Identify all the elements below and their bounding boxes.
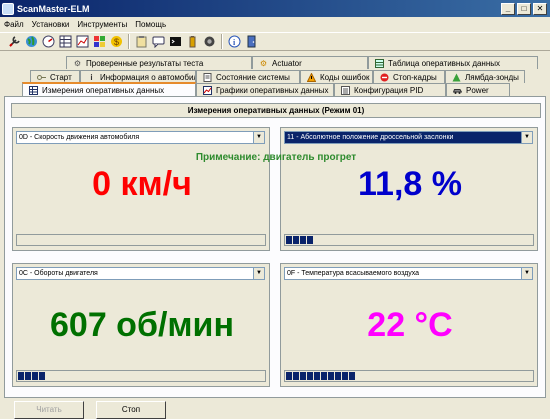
svg-text:$: $: [114, 37, 119, 47]
value-throttle: 11,8 %: [358, 165, 462, 203]
tab-data-table[interactable]: Таблица оперативных данных: [368, 56, 538, 69]
window-title: ScanMaster-ELM: [17, 3, 90, 14]
gauge-panel-rpm: 0C - Обороты двигателя ▼ 607 об/мин: [12, 263, 270, 387]
chevron-down-icon[interactable]: ▼: [253, 268, 264, 279]
progress-segment: [300, 236, 306, 244]
door-icon[interactable]: [243, 34, 259, 50]
tab-pid-config[interactable]: Конфигурация PID: [334, 83, 446, 96]
value-intake-temp: 22 °C: [367, 306, 453, 344]
progress-segment: [328, 372, 334, 380]
progress-bar-rpm: [16, 370, 266, 382]
gauge-panel-intake-temp: 0F - Температура всасываемого воздуха ▼ …: [280, 263, 538, 387]
dollar-icon[interactable]: $: [108, 34, 124, 50]
battery-icon[interactable]: [184, 34, 200, 50]
tab-live-graphs[interactable]: Графики оперативных данных: [196, 83, 334, 96]
tab-power[interactable]: Power: [446, 83, 510, 96]
key-icon: [37, 73, 46, 82]
progress-segment: [32, 372, 38, 380]
section-title: Измерения оперативных данных (Режим 01): [11, 103, 541, 118]
tab-row-1: ⚙ Проверенные результаты теста ⚙ Actuato…: [66, 55, 538, 69]
chevron-down-icon[interactable]: ▼: [521, 268, 532, 279]
gauge-panel-speed: 0D - Скорость движения автомобиля ▼ 0 км…: [12, 127, 270, 251]
tab-actuator[interactable]: ⚙ Actuator: [252, 56, 368, 69]
warning-icon: [307, 72, 316, 82]
progress-segment: [25, 372, 31, 380]
value-rpm: 607 об/мин: [50, 306, 234, 344]
tab-live-data[interactable]: Измерения оперативных данных: [22, 82, 196, 96]
tab-row-2: Старт i Информация о автомобиле Состояни…: [30, 69, 525, 83]
car-icon: [453, 86, 462, 95]
progress-segment: [300, 372, 306, 380]
progress-segment: [314, 372, 320, 380]
gauge-icon[interactable]: [40, 34, 56, 50]
live-data-panel: Измерения оперативных данных (Режим 01) …: [4, 96, 546, 398]
progress-segment: [349, 372, 355, 380]
progress-bar-speed: [16, 234, 266, 246]
pid-select-speed[interactable]: 0D - Скорость движения автомобиля ▼: [16, 131, 265, 144]
progress-segment: [293, 372, 299, 380]
clipboard-icon[interactable]: [133, 34, 149, 50]
toolbar: $ i: [0, 32, 550, 51]
toolbar-separator: [128, 34, 130, 49]
tiles-icon[interactable]: [91, 34, 107, 50]
sensor-icon: [452, 73, 461, 82]
progress-bar-throttle: [284, 234, 534, 246]
menu-help[interactable]: Помощь: [131, 20, 170, 29]
progress-segment: [286, 236, 292, 244]
pid-select-rpm[interactable]: 0C - Обороты двигателя ▼: [16, 267, 265, 280]
chart-icon[interactable]: [74, 34, 90, 50]
table-icon: [375, 58, 384, 68]
progress-segment: [335, 372, 341, 380]
stop-sign-icon: [380, 73, 389, 82]
stop-button[interactable]: Стоп: [96, 401, 166, 419]
chart-icon: [203, 85, 212, 95]
gauge-panel-throttle: 11 - Абсолютное положение дроссельной за…: [280, 127, 538, 251]
tab-test-results[interactable]: ⚙ Проверенные результаты теста: [66, 56, 252, 69]
terminal-icon[interactable]: [167, 34, 183, 50]
value-speed: 0 км/ч: [92, 165, 192, 203]
chevron-down-icon[interactable]: ▼: [253, 132, 264, 143]
progress-segment: [307, 372, 313, 380]
camera-icon[interactable]: [201, 34, 217, 50]
table-icon: [29, 85, 38, 95]
maximize-button[interactable]: □: [517, 2, 531, 15]
progress-segment: [293, 236, 299, 244]
toolbar-separator: [221, 34, 223, 49]
title-bar: ScanMaster-ELM _ □ ✕: [0, 0, 550, 17]
list-icon: [341, 85, 350, 95]
document-icon: [203, 72, 212, 82]
progress-segment: [342, 372, 348, 380]
progress-segment: [321, 372, 327, 380]
info-icon: i: [90, 72, 93, 82]
tab-row-3: Измерения оперативных данных Графики опе…: [22, 82, 510, 96]
minimize-button[interactable]: _: [501, 2, 515, 15]
menu-settings[interactable]: Установки: [28, 20, 74, 29]
actuator-icon: ⚙: [259, 58, 268, 68]
wrench-icon[interactable]: [6, 34, 22, 50]
pid-select-throttle[interactable]: 11 - Абсолютное положение дроссельной за…: [284, 131, 533, 144]
app-icon: [2, 2, 14, 15]
close-button[interactable]: ✕: [533, 2, 547, 15]
note-engine-warm: Примечание: двигатель прогрет: [195, 152, 357, 163]
globe-icon[interactable]: [23, 34, 39, 50]
progress-segment: [39, 372, 45, 380]
settings-icon: ⚙: [73, 58, 82, 68]
menu-file[interactable]: Файл: [0, 20, 28, 29]
progress-segment: [307, 236, 313, 244]
read-button[interactable]: Читать: [14, 401, 84, 419]
info-icon[interactable]: i: [226, 34, 242, 50]
pid-select-intake-temp[interactable]: 0F - Температура всасываемого воздуха ▼: [284, 267, 533, 280]
menu-bar: Файл Установки Инструменты Помощь: [0, 17, 550, 32]
progress-bar-intake-temp: [284, 370, 534, 382]
progress-segment: [18, 372, 24, 380]
chevron-down-icon[interactable]: ▼: [521, 132, 532, 143]
comment-icon[interactable]: [150, 34, 166, 50]
progress-segment: [286, 372, 292, 380]
menu-tools[interactable]: Инструменты: [73, 20, 131, 29]
table-icon[interactable]: [57, 34, 73, 50]
